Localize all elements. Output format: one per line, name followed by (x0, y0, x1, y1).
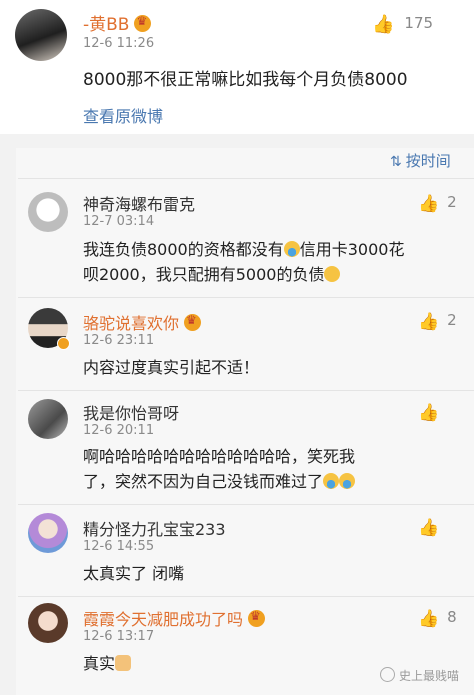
divider (18, 596, 474, 597)
sort-icon: ⇅ (390, 154, 402, 170)
commenter-avatar[interactable] (28, 513, 68, 553)
comment-text: 啊哈哈哈哈哈哈哈哈哈哈哈哈，笑死我 了，突然不因为自己没钱而难过了 (83, 444, 459, 494)
post-like-button[interactable]: 👍 175 (372, 14, 433, 35)
crown-badge-icon (134, 14, 152, 32)
commenter-name[interactable]: 我是你怡哥呀 (83, 400, 179, 424)
author-avatar[interactable] (15, 9, 67, 61)
comment-like-button[interactable]: 👍 (418, 517, 447, 538)
view-original-link[interactable]: 查看原微博 (83, 103, 163, 127)
divider (18, 297, 474, 298)
watermark-text: 史上最贱喵 (399, 669, 460, 683)
watermark: 史上最贱喵 (380, 667, 459, 684)
commenter-name-text: 霞霞今天减肥成功了吗 (83, 610, 244, 629)
laugh-cry-emoji-icon (339, 473, 356, 489)
verified-badge-icon (57, 337, 70, 350)
comment-text-line: 真实 (83, 654, 116, 673)
thumbs-up-icon: 👍 (418, 403, 440, 423)
post-like-count: 175 (404, 14, 434, 32)
sort-label: 按时间 (405, 152, 451, 170)
comment-text-line: 我连负债8000的资格都没有 (83, 240, 284, 259)
commenter-name[interactable]: 精分怪力孔宝宝233 (83, 516, 226, 540)
commenter-avatar[interactable] (28, 603, 68, 643)
commenter-name[interactable]: 霞霞今天减肥成功了吗 (83, 606, 266, 630)
commenter-avatar[interactable] (28, 399, 68, 439)
comment-timestamp: 12-7 03:14 (83, 214, 155, 229)
comment-timestamp: 12-6 14:55 (83, 539, 155, 554)
commenter-avatar[interactable] (28, 192, 68, 232)
thumbs-up-icon: 👍 (418, 518, 440, 538)
comment-like-button[interactable]: 👍 8 (418, 608, 457, 629)
comment-text-line: 啊哈哈哈哈哈哈哈哈哈哈哈哈，笑死我 (83, 447, 356, 466)
crown-badge-icon (184, 313, 202, 331)
laugh-cry-emoji-icon (323, 473, 340, 489)
divider (18, 504, 474, 505)
comment-like-count: 2 (447, 193, 457, 211)
comment-like-button[interactable]: 👍 2 (418, 193, 457, 214)
commenter-name[interactable]: 骆驼说喜欢你 (83, 310, 202, 334)
crown-badge-icon (248, 609, 266, 627)
comment-text-line: 了，突然不因为自己没钱而难过了 (83, 472, 324, 491)
thumbs-up-icon: 👍 (418, 194, 440, 214)
commenter-name[interactable]: 神奇海螺布雷克 (83, 191, 195, 215)
thumbs-up-icon: 👍 (372, 14, 395, 35)
divider (18, 390, 474, 391)
commenter-name-text: 骆驼说喜欢你 (83, 314, 180, 333)
thumbs-up-icon: 👍 (418, 312, 440, 332)
emoji-icon (324, 266, 341, 282)
comment-like-count: 8 (447, 608, 457, 626)
post-text: 8000那不很正常嘛比如我每个月负债8000 (83, 70, 408, 90)
comment-timestamp: 12-6 13:17 (83, 629, 155, 644)
author-name[interactable]: -黄BB (83, 10, 152, 35)
comment-text-line: 信用卡3000花 (299, 240, 405, 259)
comment-text: 太真实了 闭嘴 (83, 564, 185, 583)
wechat-icon (380, 667, 395, 682)
comment-text: 内容过度真实引起不适！ (83, 358, 260, 377)
comment-timestamp: 12-6 23:11 (83, 333, 155, 348)
main-post: -黄BB 12-6 11:26 👍 175 8000那不很正常嘛比如我每个月负债8… (0, 0, 474, 134)
post-timestamp: 12-6 11:26 (83, 36, 155, 51)
comment-text: 我连负债8000的资格都没有 信用卡3000花 呗2000，我只配拥有5000的负… (83, 237, 459, 287)
divider (18, 178, 474, 179)
laugh-cry-emoji-icon (283, 241, 300, 257)
author-name-text: -黄BB (83, 15, 130, 35)
handshake-emoji-icon (115, 655, 132, 671)
comment-text-line: 呗2000，我只配拥有5000的负债 (83, 265, 325, 284)
comment-like-count: 2 (447, 311, 457, 329)
comment-like-button[interactable]: 👍 2 (418, 311, 457, 332)
sort-by-time-button[interactable]: ⇅ 按时间 (390, 150, 451, 171)
comment-like-button[interactable]: 👍 (418, 402, 447, 423)
comment-timestamp: 12-6 20:11 (83, 423, 155, 438)
thumbs-up-icon: 👍 (418, 609, 440, 629)
